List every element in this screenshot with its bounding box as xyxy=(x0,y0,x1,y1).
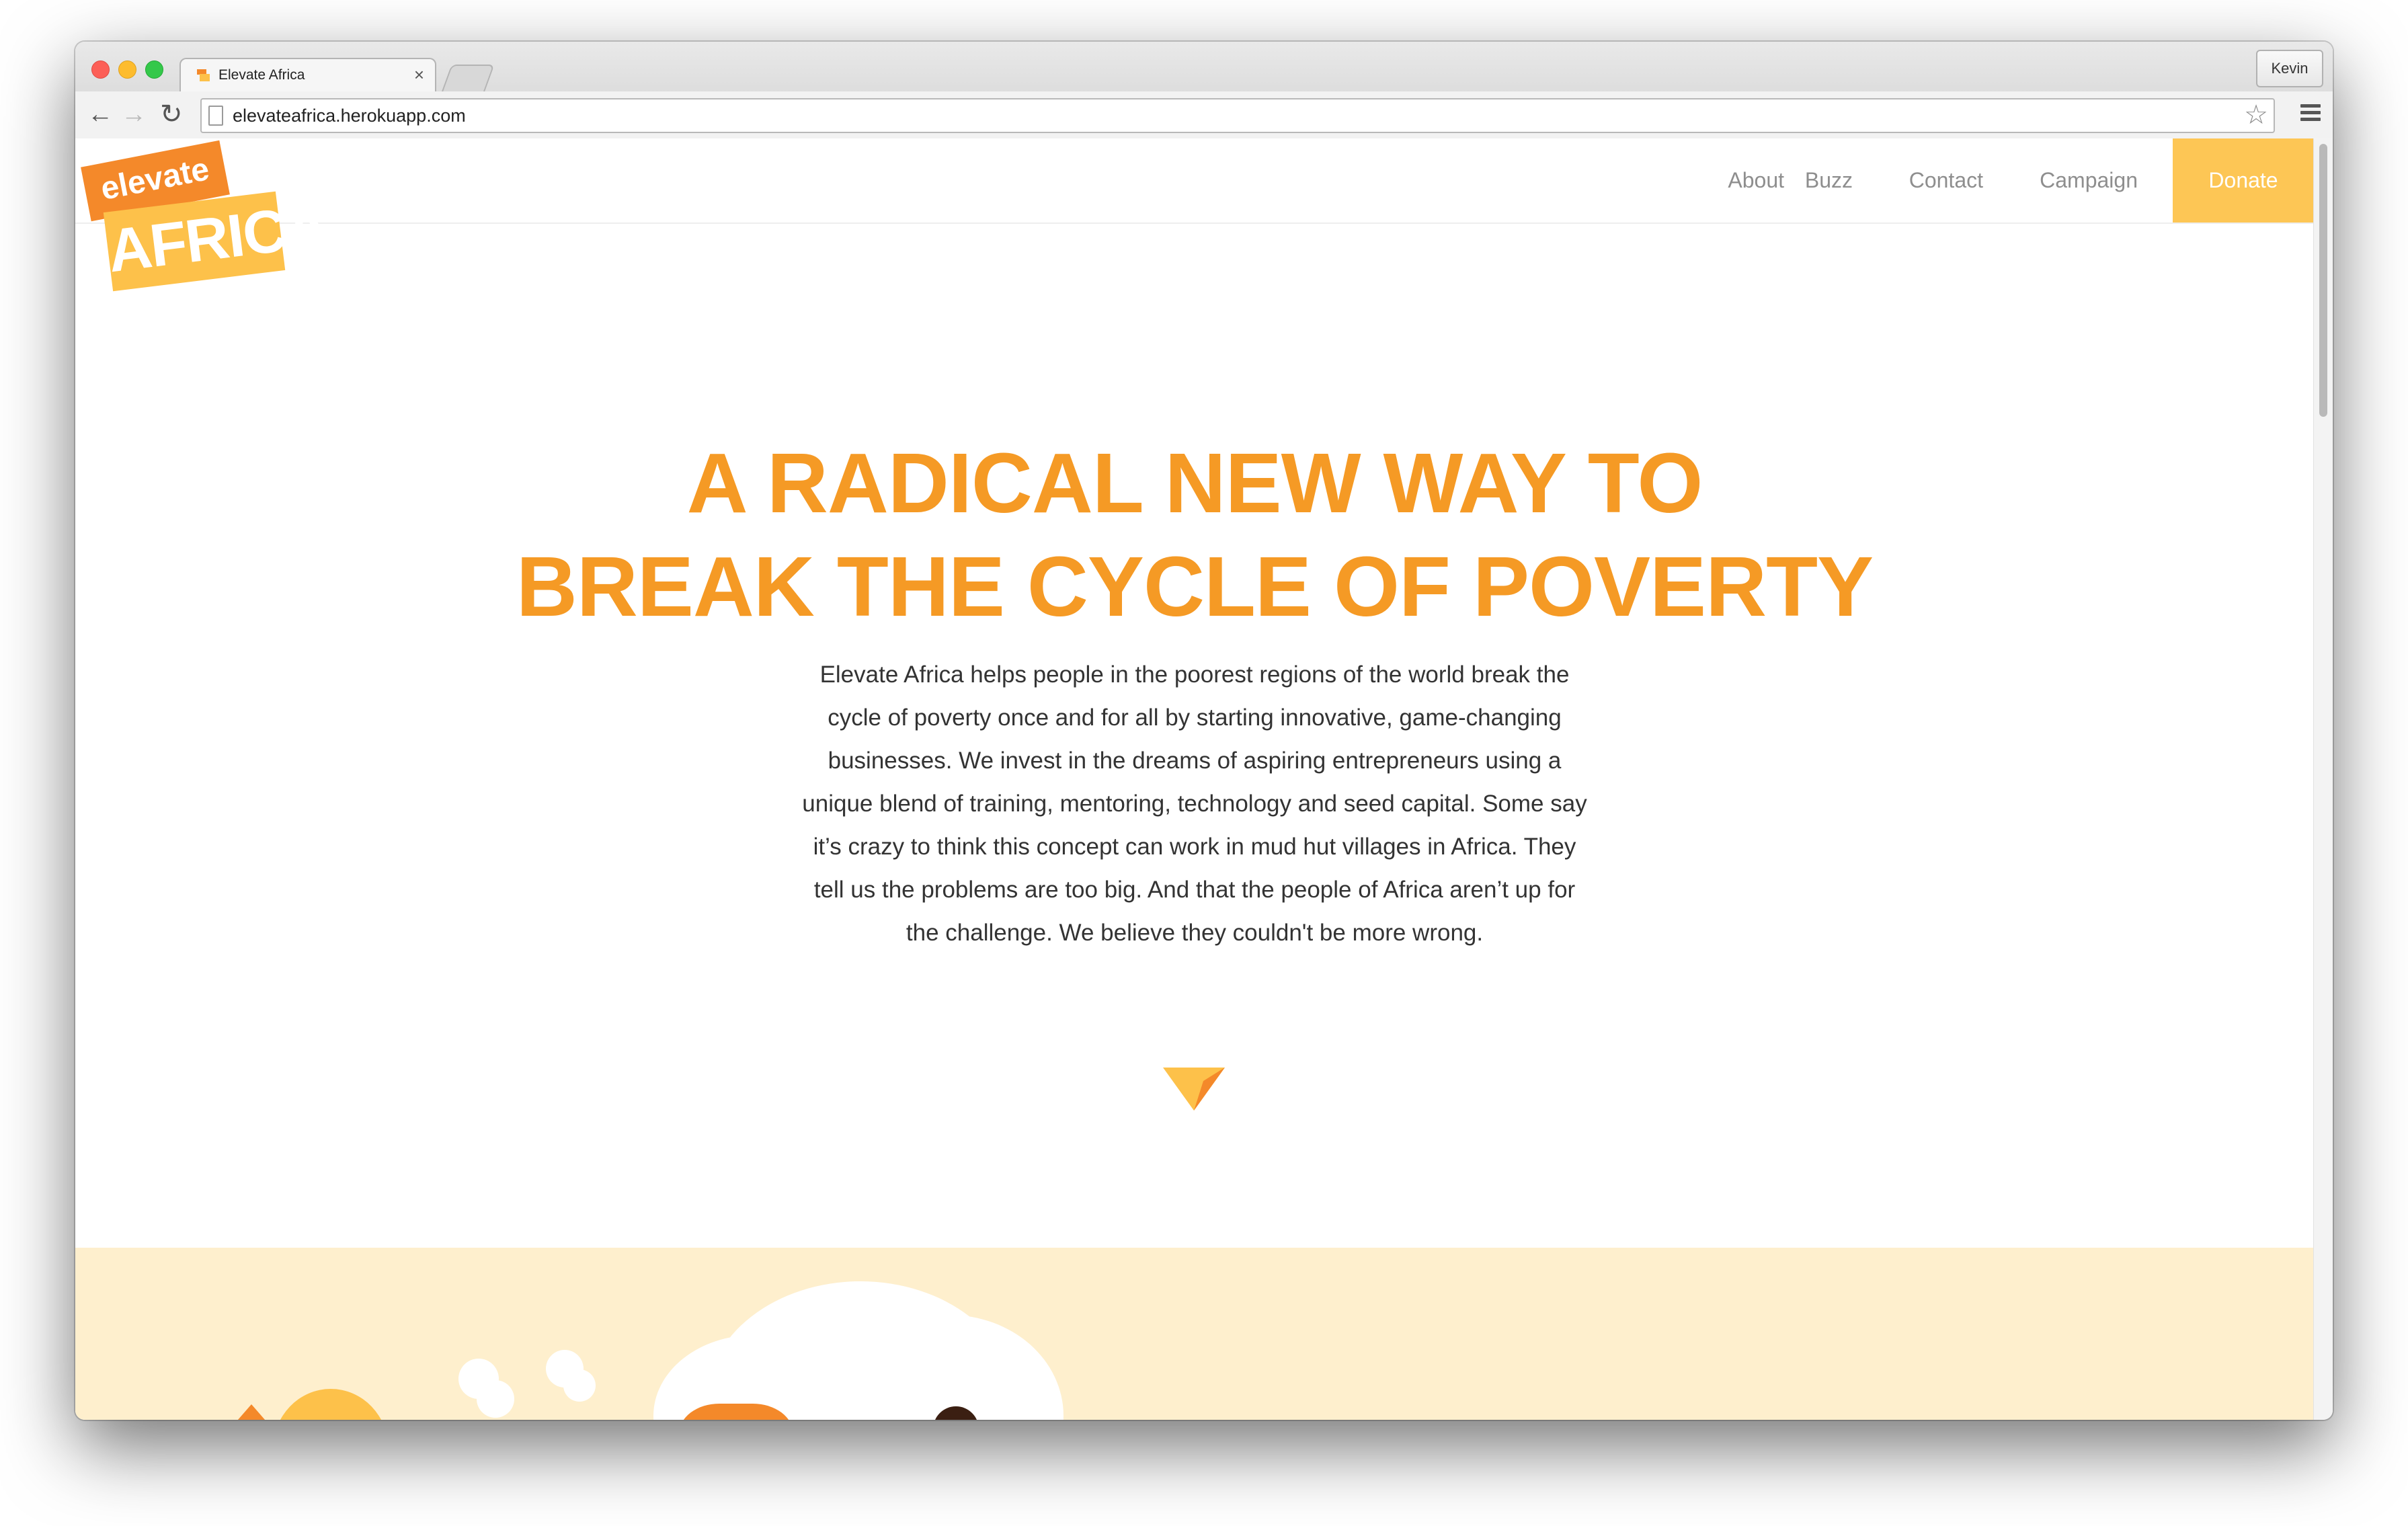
url-text[interactable]: elevateafrica.herokuapp.com xyxy=(233,106,466,126)
hero-text-line: unique blend of training, mentoring, tec… xyxy=(802,791,1587,817)
browser-window: Elevate Africa × Kevin ← → ↻ elevateafri… xyxy=(75,42,2333,1420)
hero-text-line: Elevate Africa helps people in the poore… xyxy=(819,661,1570,688)
page-viewport: elevate AFRICA About Buzz Contact Campai… xyxy=(75,138,2314,1420)
browser-toolbar: ← → ↻ elevateafrica.herokuapp.com ☆ xyxy=(75,91,2333,138)
hero-title: A RADICAL NEW WAY TO BREAK THE CYCLE OF … xyxy=(75,432,2314,639)
reload-icon[interactable]: ↻ xyxy=(160,99,183,129)
hero-title-line-2: BREAK THE CYCLE OF POVERTY xyxy=(516,539,1874,634)
hero-text-line: businesses. We invest in the dreams of a… xyxy=(828,748,1562,774)
page-scrollbar[interactable] xyxy=(2313,138,2333,1420)
tab-title: Elevate Africa xyxy=(218,67,305,83)
maximize-window-button[interactable] xyxy=(145,61,163,79)
close-window-button[interactable] xyxy=(91,61,110,79)
site-header: elevate AFRICA About Buzz Contact Campai… xyxy=(75,138,2314,292)
tab-close-icon[interactable]: × xyxy=(414,65,424,85)
hero-description: Elevate Africa helps people in the poore… xyxy=(782,653,1607,955)
site-logo[interactable]: elevate AFRICA xyxy=(81,140,331,292)
nav-about[interactable]: About xyxy=(1728,138,1784,223)
browser-tab[interactable]: Elevate Africa × xyxy=(179,58,436,93)
hero-text-line: cycle of poverty once and for all by sta… xyxy=(828,705,1562,731)
address-bar[interactable]: elevateafrica.herokuapp.com ☆ xyxy=(200,98,2275,133)
menu-icon[interactable] xyxy=(2300,101,2321,128)
hero-text-line: it’s crazy to think this concept can wor… xyxy=(813,834,1576,860)
scrollbar-thumb[interactable] xyxy=(2319,144,2327,417)
back-arrow-icon[interactable]: ← xyxy=(87,99,113,129)
hero-title-line-1: A RADICAL NEW WAY TO xyxy=(686,436,1703,530)
nav-contact[interactable]: Contact xyxy=(1909,138,1983,223)
page-icon xyxy=(208,106,223,126)
scroll-down-arrow-icon[interactable] xyxy=(1163,1068,1225,1111)
hero-text-line: the challenge. We believe they couldn't … xyxy=(906,920,1484,946)
village-illustration xyxy=(75,1248,2314,1420)
browser-chrome: Elevate Africa × Kevin ← → ↻ elevateafri… xyxy=(75,42,2333,140)
forward-arrow-icon[interactable]: → xyxy=(121,99,147,129)
illustration-art xyxy=(237,1281,1063,1420)
nav-buzz[interactable]: Buzz xyxy=(1805,138,1853,223)
hero-text-line: tell us the problems are too big. And th… xyxy=(813,877,1576,903)
donate-button[interactable]: Donate xyxy=(2173,138,2314,223)
favicon-icon xyxy=(197,69,210,81)
new-tab-button[interactable] xyxy=(441,65,495,93)
star-icon[interactable]: ☆ xyxy=(2244,99,2268,130)
nav-campaign[interactable]: Campaign xyxy=(2040,138,2138,223)
minimize-window-button[interactable] xyxy=(118,61,136,79)
profile-button[interactable]: Kevin xyxy=(2256,50,2323,87)
